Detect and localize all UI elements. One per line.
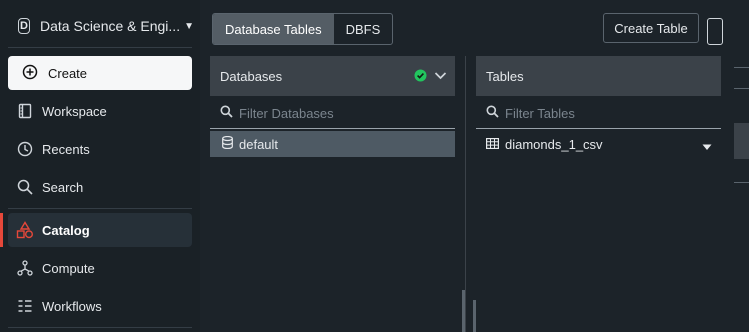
search-icon bbox=[16, 178, 34, 196]
divider bbox=[8, 208, 192, 209]
tables-title: Tables bbox=[486, 68, 524, 84]
filter-tables-placeholder: Filter Tables bbox=[505, 105, 575, 121]
catalog-icon bbox=[16, 221, 34, 239]
sidebar-item-catalog[interactable]: Catalog bbox=[8, 213, 192, 247]
tab-dbfs[interactable]: DBFS bbox=[334, 14, 393, 44]
create-button[interactable]: Create bbox=[8, 56, 192, 90]
filter-underline bbox=[476, 128, 721, 129]
caret-down-icon[interactable] bbox=[702, 139, 712, 154]
workspace-icon bbox=[16, 102, 34, 120]
caret-down-icon: ▼ bbox=[184, 20, 194, 32]
view-tabs: Database Tables DBFS bbox=[212, 13, 394, 45]
clock-icon bbox=[16, 140, 34, 158]
workspace-name: Data Science & Engi... bbox=[40, 18, 181, 34]
filter-underline bbox=[210, 128, 455, 129]
table-row-diamonds[interactable]: diamonds_1_csv bbox=[486, 131, 721, 157]
more-options-button[interactable] bbox=[707, 18, 723, 45]
workspace-badge: D bbox=[18, 18, 31, 34]
scrollbar[interactable] bbox=[473, 300, 476, 332]
filter-tables-input[interactable]: Filter Tables bbox=[486, 100, 721, 126]
workspace-switcher[interactable]: D Data Science & Engi... ▼ bbox=[18, 14, 194, 38]
database-row-default[interactable]: default bbox=[210, 131, 455, 157]
tables-header: Tables bbox=[476, 56, 721, 96]
search-icon bbox=[486, 105, 499, 121]
databases-title: Databases bbox=[220, 68, 283, 84]
divider bbox=[8, 327, 192, 328]
divider bbox=[734, 88, 749, 89]
workflows-icon bbox=[16, 297, 34, 315]
sidebar-item-recents[interactable]: Recents bbox=[8, 132, 192, 166]
sidebar-item-label: Catalog bbox=[42, 222, 90, 238]
filter-databases-input[interactable]: Filter Databases bbox=[220, 100, 455, 126]
chevron-down-icon[interactable] bbox=[434, 69, 447, 85]
compute-icon bbox=[16, 259, 34, 277]
sidebar-item-compute[interactable]: Compute bbox=[8, 251, 192, 285]
create-label: Create bbox=[48, 65, 88, 81]
sidebar-item-label: Compute bbox=[42, 260, 95, 276]
sidebar-item-label: Workspace bbox=[42, 103, 107, 119]
table-grid-icon bbox=[486, 137, 500, 152]
database-icon bbox=[222, 135, 233, 152]
sidebar-item-label: Recents bbox=[42, 141, 90, 157]
sidebar-item-search[interactable]: Search bbox=[8, 170, 192, 204]
check-circle-icon bbox=[414, 69, 427, 85]
filter-databases-placeholder: Filter Databases bbox=[239, 105, 334, 121]
background-panel bbox=[734, 123, 749, 159]
sidebar-item-label: Workflows bbox=[42, 298, 102, 314]
active-indicator bbox=[0, 213, 3, 247]
divider bbox=[734, 67, 749, 68]
plus-circle-icon bbox=[22, 64, 38, 83]
sidebar-item-label: Search bbox=[42, 179, 84, 195]
search-icon bbox=[220, 105, 233, 121]
divider bbox=[734, 182, 749, 183]
tab-database-tables[interactable]: Database Tables bbox=[213, 14, 334, 44]
sidebar-item-workspace[interactable]: Workspace bbox=[8, 94, 192, 128]
main-area: Database Tables DBFS Create Table Databa… bbox=[200, 0, 749, 332]
table-name: diamonds_1_csv bbox=[505, 136, 603, 152]
sidebar: D Data Science & Engi... ▼ Create Worksp… bbox=[0, 0, 200, 332]
panel-divider bbox=[465, 56, 466, 332]
divider bbox=[8, 47, 192, 48]
create-table-button[interactable]: Create Table bbox=[603, 13, 699, 43]
databases-header: Databases bbox=[210, 56, 455, 96]
database-name: default bbox=[239, 136, 279, 152]
sidebar-item-workflows[interactable]: Workflows bbox=[8, 289, 192, 323]
